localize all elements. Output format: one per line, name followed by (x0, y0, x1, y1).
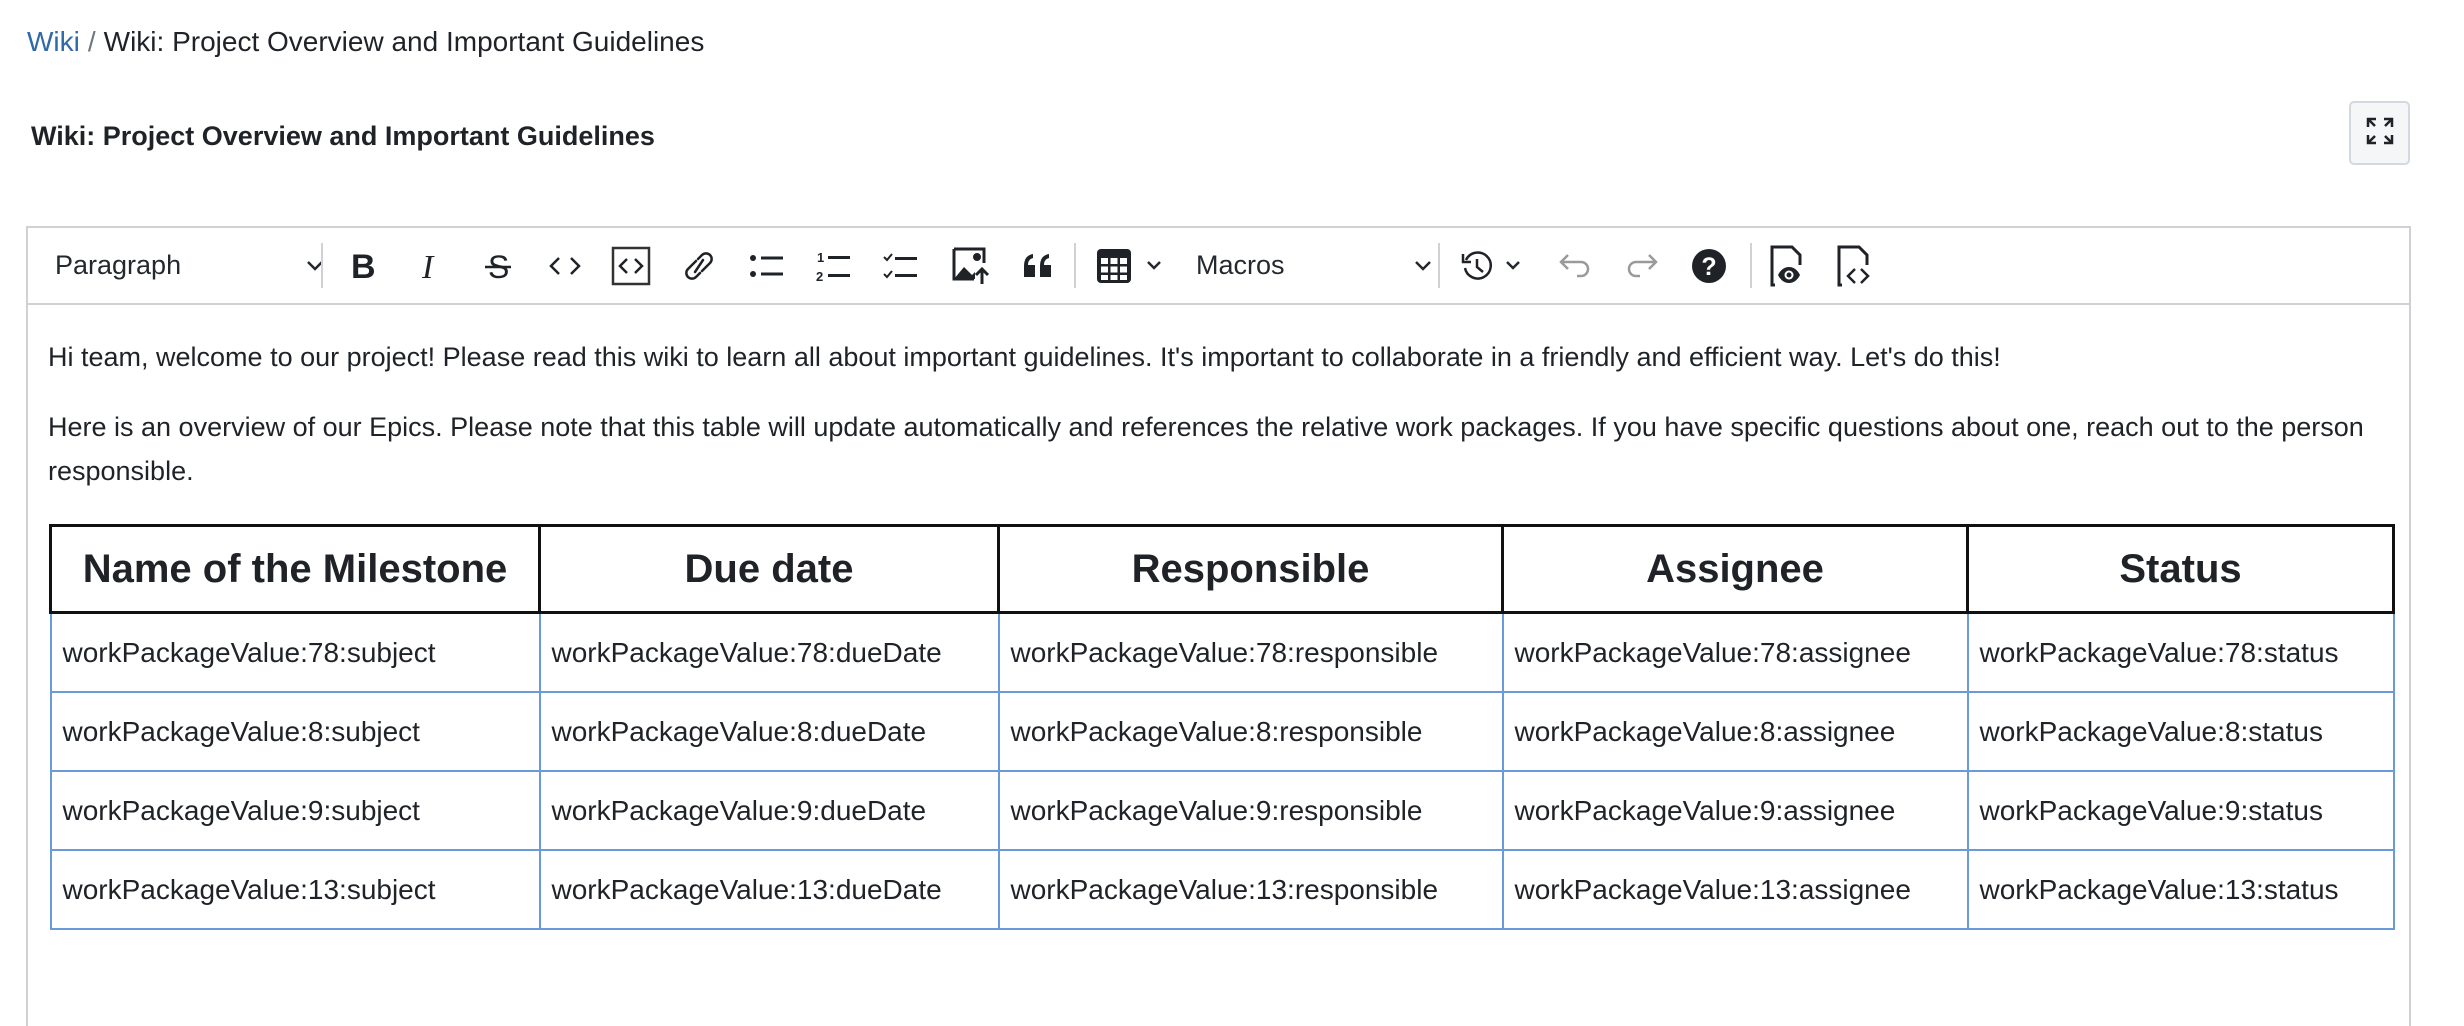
toolbar-separator (1074, 243, 1076, 288)
undo-icon (1558, 252, 1592, 280)
intro-paragraph: Hi team, welcome to our project! Please … (48, 342, 2001, 372)
chevron-down-icon (1505, 260, 1521, 271)
paragraph-dropdown-label: Paragraph (55, 250, 182, 280)
table-row: workPackageValue:78:subject workPackageV… (49, 611, 2395, 693)
breadcrumb-wiki-link[interactable]: Wiki (27, 26, 80, 57)
cell-responsible[interactable]: workPackageValue:13:responsible (997, 849, 1504, 930)
cell-status[interactable]: workPackageValue:8:status (1966, 691, 2395, 772)
toolbar-separator (321, 243, 323, 288)
cell-responsible[interactable]: workPackageValue:78:responsible (997, 611, 1504, 693)
cell-assignee[interactable]: workPackageValue:13:assignee (1501, 849, 1969, 930)
page-title: Wiki: Project Overview and Important Gui… (31, 121, 655, 151)
todo-list-icon (883, 250, 919, 282)
breadcrumb-current: Wiki: Project Overview and Important Gui… (103, 26, 705, 57)
block-quote-button[interactable] (1013, 228, 1063, 303)
cell-assignee[interactable]: workPackageValue:8:assignee (1501, 691, 1969, 772)
toolbar-separator (1750, 243, 1752, 288)
svg-text:1: 1 (817, 250, 824, 265)
cell-status[interactable]: workPackageValue:13:status (1966, 849, 2395, 930)
insert-table-button[interactable] (1088, 228, 1178, 303)
bulleted-list-button[interactable] (742, 228, 792, 303)
svg-text:B: B (351, 250, 376, 282)
cell-responsible[interactable]: workPackageValue:8:responsible (997, 691, 1504, 772)
column-header-status: Status (1966, 524, 2395, 614)
preview-button[interactable] (1763, 228, 1813, 303)
cell-assignee[interactable]: workPackageValue:78:assignee (1501, 611, 1969, 693)
source-icon (1837, 245, 1873, 287)
table-header-row: Name of the Milestone Due date Responsib… (49, 524, 2395, 614)
bold-button[interactable]: B (338, 228, 388, 303)
image-upload-icon (951, 246, 991, 286)
cell-due-date[interactable]: workPackageValue:13:dueDate (538, 849, 1000, 930)
column-header-due-date: Due date (538, 524, 1000, 614)
preview-icon (1770, 245, 1806, 287)
cell-status[interactable]: workPackageValue:9:status (1966, 770, 2395, 851)
macros-dropdown-label: Macros (1196, 250, 1285, 280)
strikethrough-icon: S (483, 249, 513, 283)
cell-subject[interactable]: workPackageValue:8:subject (49, 691, 541, 772)
table-icon (1096, 248, 1132, 284)
undo-button[interactable] (1550, 228, 1600, 303)
redo-icon (1625, 252, 1659, 280)
link-icon (682, 247, 716, 285)
source-button[interactable] (1830, 228, 1880, 303)
toolbar-separator (1438, 243, 1440, 288)
chevron-down-icon (1414, 260, 1432, 272)
overview-paragraph: Here is an overview of our Epics. Please… (48, 412, 2364, 486)
help-icon: ? (1691, 248, 1727, 284)
paragraph-dropdown[interactable]: Paragraph (46, 228, 336, 303)
redo-button[interactable] (1617, 228, 1667, 303)
italic-icon: I (419, 250, 443, 282)
macros-dropdown[interactable]: Macros (1196, 228, 1436, 303)
todo-list-button[interactable] (876, 228, 926, 303)
epics-table: Name of the Milestone Due date Responsib… (49, 524, 2395, 930)
expand-icon (2365, 116, 2395, 151)
bold-icon: B (349, 250, 377, 282)
table-row: workPackageValue:9:subject workPackageVa… (49, 770, 2395, 851)
editor-toolbar: Paragraph B I S 12 Macros ? (28, 228, 2409, 305)
svg-text:I: I (421, 250, 435, 282)
italic-button[interactable]: I (406, 228, 456, 303)
cell-responsible[interactable]: workPackageValue:9:responsible (997, 770, 1504, 851)
breadcrumb: Wiki / Wiki: Project Overview and Importan… (27, 22, 704, 62)
bulleted-list-icon (749, 251, 785, 281)
cell-subject[interactable]: workPackageValue:9:subject (49, 770, 541, 851)
code-block-button[interactable] (606, 228, 656, 303)
history-icon (1461, 250, 1493, 282)
numbered-list-button[interactable]: 12 (809, 228, 859, 303)
code-icon (548, 255, 582, 277)
cell-subject[interactable]: workPackageValue:13:subject (49, 849, 541, 930)
revision-history-button[interactable] (1453, 228, 1531, 303)
wiki-editor: Paragraph B I S 12 Macros ? Hi team, wel… (26, 226, 2411, 1026)
svg-text:?: ? (1701, 253, 1716, 281)
cell-due-date[interactable]: workPackageValue:9:dueDate (538, 770, 1000, 851)
fullscreen-button[interactable] (2349, 101, 2410, 165)
cell-due-date[interactable]: workPackageValue:8:dueDate (538, 691, 1000, 772)
cell-assignee[interactable]: workPackageValue:9:assignee (1501, 770, 1969, 851)
cell-subject[interactable]: workPackageValue:78:subject (49, 611, 541, 693)
help-button[interactable]: ? (1684, 228, 1734, 303)
strikethrough-button[interactable]: S (473, 228, 523, 303)
quote-icon (1022, 253, 1054, 279)
link-button[interactable] (674, 228, 724, 303)
column-header-milestone: Name of the Milestone (49, 524, 541, 614)
numbered-list-icon: 12 (816, 249, 852, 283)
svg-text:2: 2 (816, 269, 823, 283)
cell-status[interactable]: workPackageValue:78:status (1966, 611, 2395, 693)
cell-due-date[interactable]: workPackageValue:78:dueDate (538, 611, 1000, 693)
table-row: workPackageValue:13:subject workPackageV… (49, 849, 2395, 930)
table-row: workPackageValue:8:subject workPackageVa… (49, 691, 2395, 772)
column-header-assignee: Assignee (1501, 524, 1969, 614)
breadcrumb-separator: / (87, 26, 96, 57)
code-block-icon (611, 246, 651, 286)
chevron-down-icon (1146, 260, 1162, 271)
column-header-responsible: Responsible (997, 524, 1504, 614)
code-button[interactable] (540, 228, 590, 303)
upload-image-button[interactable] (946, 228, 996, 303)
